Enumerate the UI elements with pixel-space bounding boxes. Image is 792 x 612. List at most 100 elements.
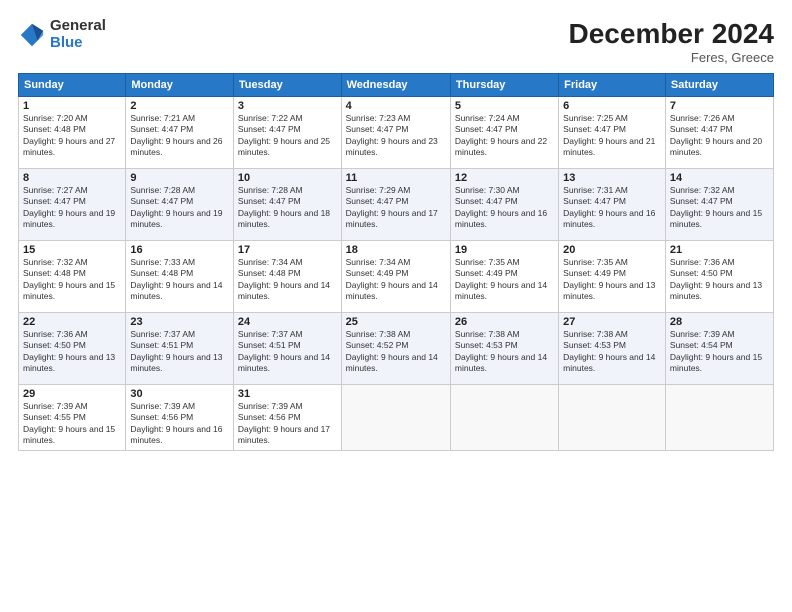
col-wednesday: Wednesday [341, 74, 450, 97]
day-info: Sunrise: 7:37 AM Sunset: 4:51 PM Dayligh… [130, 329, 229, 375]
col-friday: Friday [559, 74, 666, 97]
day-number: 27 [563, 316, 661, 328]
day-info: Sunrise: 7:39 AM Sunset: 4:54 PM Dayligh… [670, 329, 769, 375]
day-info: Sunrise: 7:20 AM Sunset: 4:48 PM Dayligh… [23, 113, 121, 159]
table-cell: 15 Sunrise: 7:32 AM Sunset: 4:48 PM Dayl… [19, 241, 126, 313]
day-info: Sunrise: 7:27 AM Sunset: 4:47 PM Dayligh… [23, 185, 121, 231]
title-section: December 2024 Feres, Greece [569, 18, 774, 65]
day-info: Sunrise: 7:38 AM Sunset: 4:52 PM Dayligh… [346, 329, 446, 375]
day-number: 6 [563, 100, 661, 112]
day-number: 7 [670, 100, 769, 112]
table-cell: 25 Sunrise: 7:38 AM Sunset: 4:52 PM Dayl… [341, 313, 450, 385]
table-cell: 13 Sunrise: 7:31 AM Sunset: 4:47 PM Dayl… [559, 169, 666, 241]
day-number: 29 [23, 388, 121, 400]
table-cell: 19 Sunrise: 7:35 AM Sunset: 4:49 PM Dayl… [450, 241, 558, 313]
table-cell: 10 Sunrise: 7:28 AM Sunset: 4:47 PM Dayl… [233, 169, 341, 241]
table-cell: 22 Sunrise: 7:36 AM Sunset: 4:50 PM Dayl… [19, 313, 126, 385]
day-number: 31 [238, 388, 337, 400]
day-info: Sunrise: 7:24 AM Sunset: 4:47 PM Dayligh… [455, 113, 554, 159]
day-number: 5 [455, 100, 554, 112]
day-number: 12 [455, 172, 554, 184]
table-cell: 28 Sunrise: 7:39 AM Sunset: 4:54 PM Dayl… [665, 313, 773, 385]
table-cell: 2 Sunrise: 7:21 AM Sunset: 4:47 PM Dayli… [126, 97, 234, 169]
header-row: Sunday Monday Tuesday Wednesday Thursday… [19, 74, 774, 97]
table-cell: 14 Sunrise: 7:32 AM Sunset: 4:47 PM Dayl… [665, 169, 773, 241]
day-info: Sunrise: 7:31 AM Sunset: 4:47 PM Dayligh… [563, 185, 661, 231]
table-cell: 18 Sunrise: 7:34 AM Sunset: 4:49 PM Dayl… [341, 241, 450, 313]
day-number: 21 [670, 244, 769, 256]
day-number: 13 [563, 172, 661, 184]
day-info: Sunrise: 7:32 AM Sunset: 4:48 PM Dayligh… [23, 257, 121, 303]
day-info: Sunrise: 7:21 AM Sunset: 4:47 PM Dayligh… [130, 113, 229, 159]
location: Feres, Greece [569, 50, 774, 65]
logo-general: General [50, 18, 106, 35]
table-cell: 23 Sunrise: 7:37 AM Sunset: 4:51 PM Dayl… [126, 313, 234, 385]
col-monday: Monday [126, 74, 234, 97]
day-number: 24 [238, 316, 337, 328]
table-cell: 12 Sunrise: 7:30 AM Sunset: 4:47 PM Dayl… [450, 169, 558, 241]
table-cell [341, 385, 450, 451]
table-cell: 30 Sunrise: 7:39 AM Sunset: 4:56 PM Dayl… [126, 385, 234, 451]
day-number: 1 [23, 100, 121, 112]
day-number: 2 [130, 100, 229, 112]
day-info: Sunrise: 7:23 AM Sunset: 4:47 PM Dayligh… [346, 113, 446, 159]
table-cell: 29 Sunrise: 7:39 AM Sunset: 4:55 PM Dayl… [19, 385, 126, 451]
table-cell: 9 Sunrise: 7:28 AM Sunset: 4:47 PM Dayli… [126, 169, 234, 241]
logo-text: General Blue [50, 18, 106, 51]
table-cell: 6 Sunrise: 7:25 AM Sunset: 4:47 PM Dayli… [559, 97, 666, 169]
page: General Blue December 2024 Feres, Greece… [0, 0, 792, 612]
table-cell: 31 Sunrise: 7:39 AM Sunset: 4:56 PM Dayl… [233, 385, 341, 451]
table-cell: 4 Sunrise: 7:23 AM Sunset: 4:47 PM Dayli… [341, 97, 450, 169]
day-number: 17 [238, 244, 337, 256]
day-number: 9 [130, 172, 229, 184]
table-cell: 17 Sunrise: 7:34 AM Sunset: 4:48 PM Dayl… [233, 241, 341, 313]
day-info: Sunrise: 7:38 AM Sunset: 4:53 PM Dayligh… [563, 329, 661, 375]
logo-blue: Blue [50, 35, 106, 52]
day-info: Sunrise: 7:32 AM Sunset: 4:47 PM Dayligh… [670, 185, 769, 231]
calendar-body: 1 Sunrise: 7:20 AM Sunset: 4:48 PM Dayli… [19, 97, 774, 451]
day-number: 8 [23, 172, 121, 184]
table-cell: 24 Sunrise: 7:37 AM Sunset: 4:51 PM Dayl… [233, 313, 341, 385]
day-info: Sunrise: 7:29 AM Sunset: 4:47 PM Dayligh… [346, 185, 446, 231]
day-info: Sunrise: 7:35 AM Sunset: 4:49 PM Dayligh… [455, 257, 554, 303]
table-cell [559, 385, 666, 451]
day-info: Sunrise: 7:36 AM Sunset: 4:50 PM Dayligh… [23, 329, 121, 375]
day-info: Sunrise: 7:36 AM Sunset: 4:50 PM Dayligh… [670, 257, 769, 303]
table-cell: 21 Sunrise: 7:36 AM Sunset: 4:50 PM Dayl… [665, 241, 773, 313]
day-info: Sunrise: 7:22 AM Sunset: 4:47 PM Dayligh… [238, 113, 337, 159]
day-number: 4 [346, 100, 446, 112]
day-info: Sunrise: 7:28 AM Sunset: 4:47 PM Dayligh… [130, 185, 229, 231]
table-cell: 16 Sunrise: 7:33 AM Sunset: 4:48 PM Dayl… [126, 241, 234, 313]
day-info: Sunrise: 7:37 AM Sunset: 4:51 PM Dayligh… [238, 329, 337, 375]
day-number: 25 [346, 316, 446, 328]
table-cell: 7 Sunrise: 7:26 AM Sunset: 4:47 PM Dayli… [665, 97, 773, 169]
day-number: 11 [346, 172, 446, 184]
calendar-header: Sunday Monday Tuesday Wednesday Thursday… [19, 74, 774, 97]
day-info: Sunrise: 7:30 AM Sunset: 4:47 PM Dayligh… [455, 185, 554, 231]
day-info: Sunrise: 7:26 AM Sunset: 4:47 PM Dayligh… [670, 113, 769, 159]
month-title: December 2024 [569, 18, 774, 50]
day-info: Sunrise: 7:34 AM Sunset: 4:49 PM Dayligh… [346, 257, 446, 303]
day-info: Sunrise: 7:28 AM Sunset: 4:47 PM Dayligh… [238, 185, 337, 231]
day-number: 15 [23, 244, 121, 256]
col-sunday: Sunday [19, 74, 126, 97]
day-number: 19 [455, 244, 554, 256]
day-info: Sunrise: 7:39 AM Sunset: 4:55 PM Dayligh… [23, 401, 121, 447]
day-number: 28 [670, 316, 769, 328]
table-cell: 20 Sunrise: 7:35 AM Sunset: 4:49 PM Dayl… [559, 241, 666, 313]
col-thursday: Thursday [450, 74, 558, 97]
logo: General Blue [18, 18, 106, 51]
table-cell: 27 Sunrise: 7:38 AM Sunset: 4:53 PM Dayl… [559, 313, 666, 385]
day-number: 23 [130, 316, 229, 328]
day-info: Sunrise: 7:39 AM Sunset: 4:56 PM Dayligh… [130, 401, 229, 447]
table-cell: 26 Sunrise: 7:38 AM Sunset: 4:53 PM Dayl… [450, 313, 558, 385]
day-info: Sunrise: 7:25 AM Sunset: 4:47 PM Dayligh… [563, 113, 661, 159]
day-info: Sunrise: 7:39 AM Sunset: 4:56 PM Dayligh… [238, 401, 337, 447]
table-cell: 3 Sunrise: 7:22 AM Sunset: 4:47 PM Dayli… [233, 97, 341, 169]
table-cell: 5 Sunrise: 7:24 AM Sunset: 4:47 PM Dayli… [450, 97, 558, 169]
col-tuesday: Tuesday [233, 74, 341, 97]
table-cell: 8 Sunrise: 7:27 AM Sunset: 4:47 PM Dayli… [19, 169, 126, 241]
header: General Blue December 2024 Feres, Greece [18, 18, 774, 65]
table-cell [665, 385, 773, 451]
calendar: Sunday Monday Tuesday Wednesday Thursday… [18, 73, 774, 451]
